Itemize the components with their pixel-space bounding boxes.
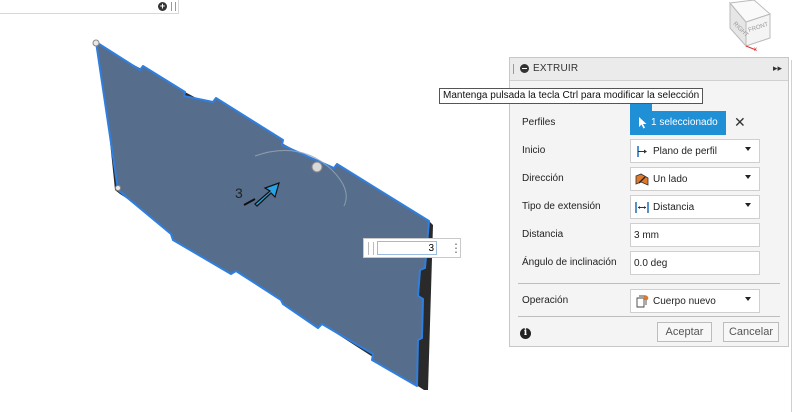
ok-button[interactable]: Aceptar xyxy=(657,322,712,342)
divider xyxy=(518,316,780,317)
profile-plane-icon xyxy=(637,146,647,157)
taper-angle-value: 0.0 deg xyxy=(634,258,668,269)
distance-heads-up-input[interactable] xyxy=(377,241,437,255)
distance-field[interactable]: 3 mm xyxy=(630,223,760,247)
dialog-title: EXTRUIR xyxy=(533,63,579,74)
distance-value: 3 mm xyxy=(634,230,659,241)
selection-tab xyxy=(630,103,652,111)
dialog-header[interactable]: EXTRUIR ▸▸ xyxy=(510,58,788,81)
rotation-handle[interactable] xyxy=(311,161,323,173)
x-axis-icon: x xyxy=(754,47,757,52)
taper-angle-row: Ángulo de inclinación 0.0 deg xyxy=(510,251,788,275)
add-icon[interactable]: + xyxy=(158,2,167,11)
viewcube[interactable]: RIGHT FRONT x xyxy=(718,0,796,53)
scrollbar[interactable] xyxy=(789,0,796,412)
info-icon[interactable]: i xyxy=(520,328,531,339)
more-options-icon[interactable]: ⋮ xyxy=(450,241,462,255)
operation-value: Cuerpo nuevo xyxy=(653,296,716,307)
profile-face[interactable] xyxy=(95,41,430,387)
start-row: Inicio Plano de perfil xyxy=(510,139,788,163)
direction-dropdown[interactable]: Un lado xyxy=(630,167,760,191)
chevron-down-icon xyxy=(745,175,751,179)
extent-type-label: Tipo de extensión xyxy=(522,201,601,212)
operation-label: Operación xyxy=(522,295,569,306)
chevron-down-icon xyxy=(745,203,751,207)
collapse-icon[interactable] xyxy=(520,64,529,73)
extent-type-dropdown[interactable]: Distancia xyxy=(630,195,760,219)
cancel-button[interactable]: Cancelar xyxy=(723,322,779,342)
new-body-icon xyxy=(636,295,649,308)
vertex-point xyxy=(115,185,121,191)
distance-input-box: ⋮ xyxy=(363,238,462,258)
profiles-select-button[interactable]: 1 seleccionado xyxy=(630,111,726,135)
taper-angle-field[interactable]: 0.0 deg xyxy=(630,251,760,275)
start-dropdown[interactable]: Plano de perfil xyxy=(630,139,760,163)
start-label: Inicio xyxy=(522,145,546,156)
taper-angle-label: Ángulo de inclinación xyxy=(522,257,617,268)
direction-value: Un lado xyxy=(653,174,688,185)
profiles-value: 1 seleccionado xyxy=(651,117,718,128)
cursor-icon xyxy=(639,117,647,129)
one-side-icon xyxy=(635,173,649,186)
dimension-label: 3 xyxy=(235,185,243,201)
selection-tooltip: Mantenga pulsada la tecla Ctrl para modi… xyxy=(439,88,704,104)
extent-type-value: Distancia xyxy=(653,202,695,213)
distance-row: Distancia 3 mm xyxy=(510,223,788,247)
start-value: Plano de perfil xyxy=(653,146,717,157)
direction-label: Dirección xyxy=(522,173,564,184)
chevron-down-icon xyxy=(745,297,751,301)
operation-dropdown[interactable]: Cuerpo nuevo xyxy=(630,289,760,313)
direction-row: Dirección Un lado xyxy=(510,167,788,191)
distance-label: Distancia xyxy=(522,229,564,240)
expand-icon[interactable]: ▸▸ xyxy=(773,63,782,74)
operation-row: Operación Cuerpo nuevo xyxy=(510,289,788,313)
grip-handle-icon[interactable] xyxy=(513,64,516,74)
grip-handle-icon[interactable] xyxy=(171,2,176,11)
extent-type-row: Tipo de extensión Distancia xyxy=(510,195,788,219)
divider xyxy=(518,283,780,284)
grip-handle-icon[interactable] xyxy=(368,242,374,255)
distance-icon xyxy=(635,202,649,213)
clear-selection-icon[interactable]: ✕ xyxy=(734,115,746,129)
vertex-point xyxy=(92,39,100,47)
profiles-row: Perfiles 1 seleccionado ✕ xyxy=(510,103,788,135)
profiles-label: Perfiles xyxy=(522,117,556,128)
chevron-down-icon xyxy=(745,147,751,151)
top-panel-stub: + xyxy=(0,0,179,14)
